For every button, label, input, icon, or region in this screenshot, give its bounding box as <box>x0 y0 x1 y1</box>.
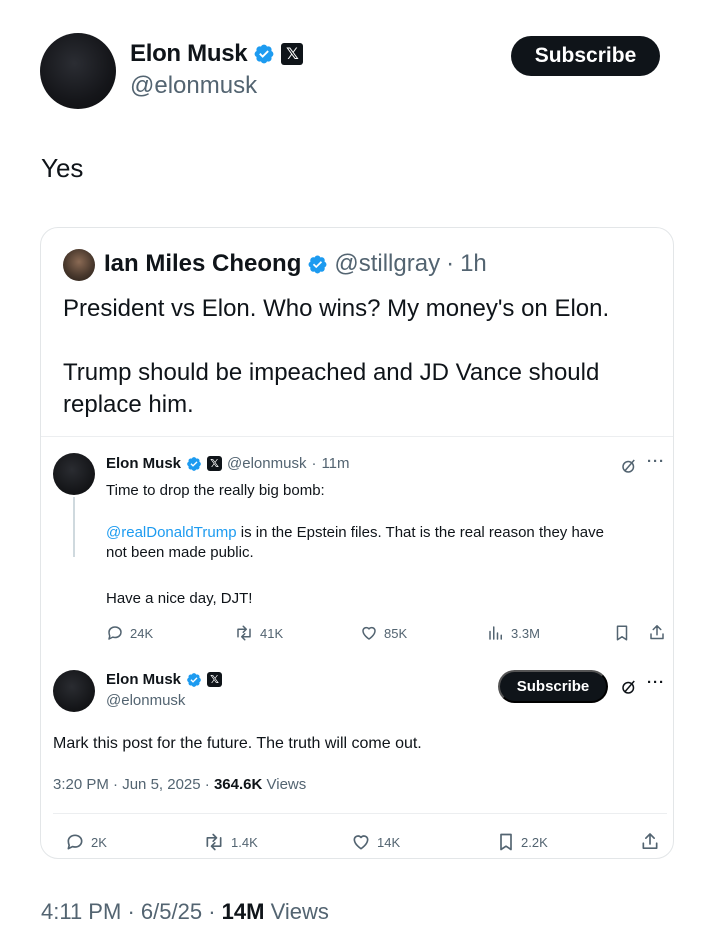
reply-count: 2K <box>91 834 107 850</box>
author-handle[interactable]: @elonmusk <box>130 72 257 100</box>
reply-icon <box>108 626 122 640</box>
divider <box>53 813 667 814</box>
repost-action[interactable]: 1.4K <box>203 832 258 852</box>
quote-text-line2: Trump should be impeached and JD Vance s… <box>63 359 600 386</box>
x-logo-icon: 𝕏 <box>207 456 223 471</box>
nested2-header: Elon Musk 𝕏 <box>106 671 223 688</box>
grok-icon[interactable] <box>620 457 638 475</box>
quote-age[interactable]: 1h <box>460 250 487 278</box>
post-views-label: Views <box>270 899 329 924</box>
author-name-row[interactable]: Elon Musk 𝕏 <box>130 40 304 68</box>
nested2-date: Jun 5, 2025 <box>122 776 201 793</box>
verified-badge-icon <box>254 44 274 64</box>
like-count: 14K <box>377 834 401 850</box>
subscribe-button[interactable]: Subscribe <box>511 36 660 76</box>
reply-count: 24K <box>130 625 154 641</box>
bookmark-icon[interactable] <box>614 624 630 642</box>
like-count: 85K <box>384 625 408 641</box>
separator-dot: · <box>311 455 317 472</box>
separator-dot: · <box>446 250 455 277</box>
mention-link[interactable]: @realDonaldTrump <box>106 524 237 541</box>
thread-line <box>73 497 75 557</box>
bookmark-count: 2.2K <box>521 834 548 850</box>
repost-action[interactable]: 41K <box>234 624 283 642</box>
views-count: 3.3M <box>511 625 540 641</box>
reply-action[interactable]: 2K <box>65 832 107 852</box>
author-name[interactable]: Elon Musk <box>130 40 248 68</box>
repost-icon <box>206 833 222 851</box>
quote-text-line1: President vs Elon. Who wins? My money's … <box>63 295 610 322</box>
nested-avatar[interactable] <box>53 670 95 712</box>
quote-text-line3: replace him. <box>63 391 194 418</box>
like-icon <box>362 626 376 640</box>
post-timestamp[interactable]: 4:11 PM · 6/5/25 · 14M Views <box>41 899 329 925</box>
repost-count: 1.4K <box>231 834 258 850</box>
avatar[interactable] <box>40 33 116 109</box>
more-icon[interactable]: ··· <box>647 453 665 470</box>
like-action[interactable]: 14K <box>351 832 400 852</box>
grok-icon[interactable] <box>620 678 638 696</box>
share-icon[interactable] <box>648 623 666 642</box>
like-icon <box>353 835 369 850</box>
reply-icon <box>67 834 83 850</box>
more-icon[interactable]: ··· <box>647 674 665 691</box>
nested-avatar[interactable] <box>53 453 95 495</box>
post-time: 4:11 PM <box>41 899 122 924</box>
nested-author-handle[interactable]: @elonmusk <box>227 455 306 472</box>
nested-text-line2: @realDonaldTrump is in the Epstein files… <box>106 523 604 543</box>
quote-author-handle[interactable]: @stillgray <box>334 250 440 278</box>
subscribe-button[interactable]: Subscribe <box>498 670 608 703</box>
verified-badge-icon <box>187 456 201 471</box>
reply-action[interactable]: 24K <box>106 624 153 642</box>
views-icon <box>489 626 502 640</box>
nested-author-name[interactable]: Elon Musk <box>106 455 181 472</box>
views-action[interactable]: 3.3M <box>487 624 540 642</box>
nested2-views-label: Views <box>266 776 307 793</box>
repost-icon <box>237 625 251 641</box>
nested-age[interactable]: 11m <box>321 455 349 472</box>
quote-header: Ian Miles Cheong @stillgray · 1h <box>104 250 487 278</box>
nested2-author-name[interactable]: Elon Musk <box>106 671 181 688</box>
nested2-text: Mark this post for the future. The truth… <box>53 735 422 752</box>
post-date: 6/5/25 <box>140 899 203 924</box>
nested-text-line4: Have a nice day, DJT! <box>106 590 253 607</box>
verified-badge-icon <box>308 255 327 273</box>
nested-text-line2-rest: is in the Epstein files. That is the rea… <box>236 524 604 541</box>
nested-text-line1: Time to drop the really big bomb: <box>106 482 325 499</box>
divider <box>41 436 673 437</box>
nested2-timestamp[interactable]: 3:20 PM · Jun 5, 2025 · 364.6K Views <box>53 776 306 793</box>
share-icon[interactable] <box>640 831 660 852</box>
bookmark-action[interactable]: 2.2K <box>497 832 548 852</box>
x-logo-icon: 𝕏 <box>207 672 223 687</box>
post-text: Yes <box>41 153 84 183</box>
post-views-count: 14M <box>221 899 265 924</box>
nested-text-line3: not been made public. <box>106 544 254 561</box>
nested-header: Elon Musk 𝕏 @elonmusk · 11m <box>106 455 350 472</box>
x-logo-icon: 𝕏 <box>281 43 304 65</box>
verified-badge-icon <box>187 672 201 687</box>
nested2-author-handle[interactable]: @elonmusk <box>106 692 185 709</box>
nested2-views-count: 364.6K <box>213 776 263 793</box>
like-action[interactable]: 85K <box>360 624 407 642</box>
nested2-time: 3:20 PM <box>53 776 109 793</box>
bookmark-icon <box>500 833 512 851</box>
quote-author-name[interactable]: Ian Miles Cheong <box>104 250 301 278</box>
quote-avatar[interactable] <box>63 249 95 281</box>
repost-count: 41K <box>260 625 284 641</box>
